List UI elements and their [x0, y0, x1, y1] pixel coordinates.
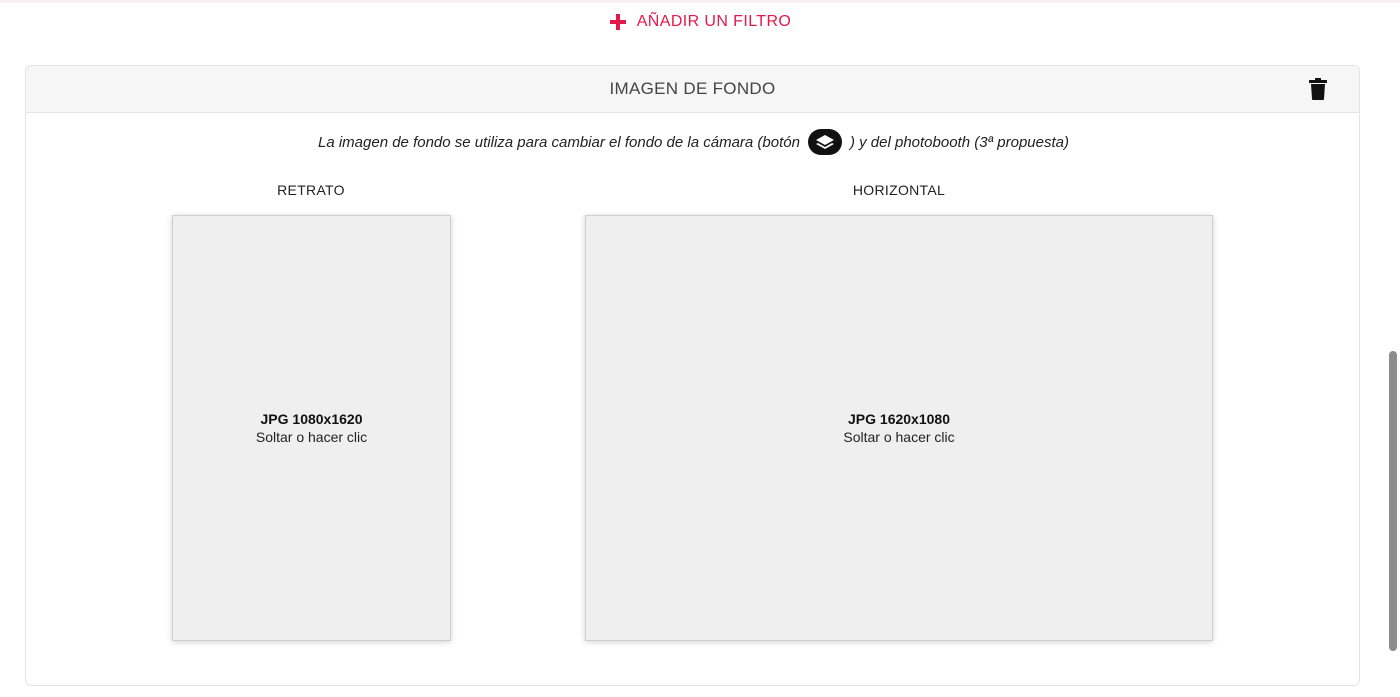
landscape-label: HORIZONTAL: [852, 182, 946, 198]
portrait-hint: Soltar o hacer clic: [255, 429, 368, 445]
delete-button[interactable]: [1307, 77, 1329, 101]
portrait-label: RETRATO: [277, 182, 345, 198]
page: AÑADIR UN FILTRO IMAGEN DE FONDO La imag…: [0, 0, 1400, 697]
panel-description: La imagen de fondo se utiliza para cambi…: [26, 126, 1359, 158]
panel-header: IMAGEN DE FONDO: [26, 66, 1359, 113]
layers-icon: [807, 129, 842, 155]
landscape-format: JPG 1620x1080: [848, 411, 950, 427]
vertical-scrollbar[interactable]: [1387, 3, 1399, 697]
description-text-start: La imagen de fondo se utiliza para cambi…: [318, 133, 800, 151]
description-text-end: ) y del photobooth (3ª propuesta): [849, 133, 1069, 151]
background-image-panel: IMAGEN DE FONDO La imagen de fondo se ut…: [25, 65, 1360, 686]
plus-icon: [609, 13, 627, 31]
scrollbar-thumb[interactable]: [1389, 351, 1397, 651]
landscape-dropzone[interactable]: JPG 1620x1080 Soltar o hacer clic: [585, 215, 1213, 641]
panel-title: IMAGEN DE FONDO: [609, 79, 776, 98]
add-filter-button[interactable]: AÑADIR UN FILTRO: [0, 9, 1400, 35]
trash-icon: [1309, 78, 1327, 100]
add-filter-label: AÑADIR UN FILTRO: [636, 13, 792, 30]
portrait-format: JPG 1080x1620: [260, 411, 363, 427]
landscape-hint: Soltar o hacer clic: [843, 429, 955, 445]
portrait-dropzone[interactable]: JPG 1080x1620 Soltar o hacer clic: [172, 215, 451, 641]
